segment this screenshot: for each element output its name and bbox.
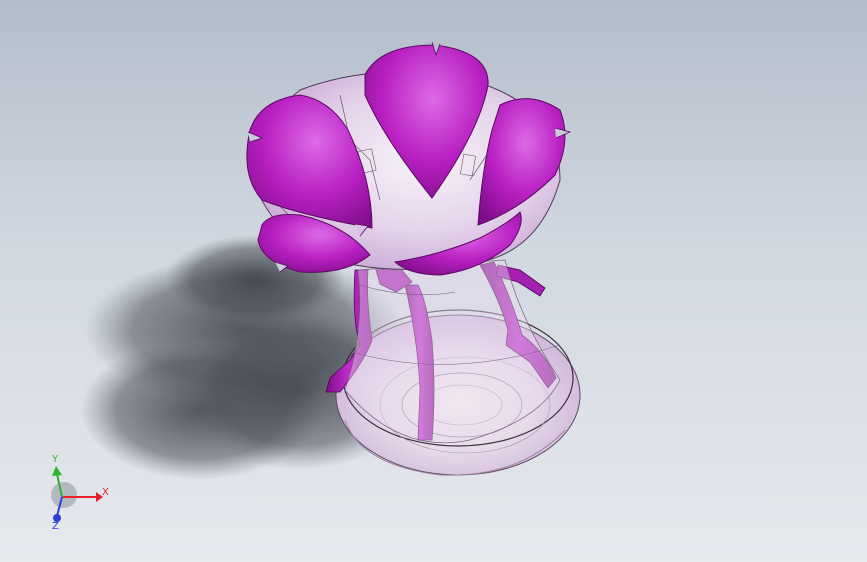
- triad-z-label: Z: [52, 521, 59, 532]
- model-view[interactable]: [0, 0, 867, 562]
- view-orientation-triad[interactable]: [51, 466, 103, 522]
- graphics-viewport[interactable]: X Y Z: [0, 0, 867, 562]
- y-arrow-icon: [52, 466, 62, 476]
- triad-x-label: X: [102, 487, 109, 498]
- triad-sphere: [51, 482, 77, 508]
- triad-y-label: Y: [52, 454, 59, 465]
